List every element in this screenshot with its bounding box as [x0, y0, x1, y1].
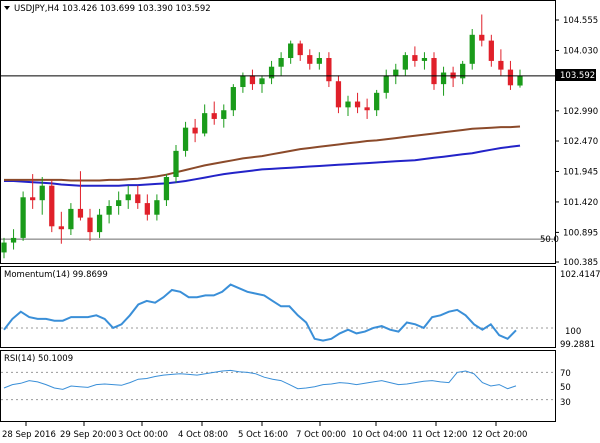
momentum-tick-top: 102.4147	[560, 270, 600, 280]
candle-body	[154, 200, 160, 215]
candle-body	[144, 203, 150, 215]
candle-body	[249, 75, 256, 85]
current-price-label: 103.592	[560, 71, 595, 81]
candle-body	[182, 127, 189, 151]
time-tick-label: 11 Oct 12:00	[412, 430, 467, 440]
candle-body	[240, 75, 246, 88]
candle-body	[402, 55, 408, 70]
time-tick-label: 12 Oct 20:00	[472, 430, 527, 440]
candle-body	[507, 69, 514, 86]
price-tick-label: 104.030	[563, 46, 598, 56]
price-tick-label: 102.990	[563, 107, 598, 117]
time-tick-label: 5 Oct 16:00	[238, 430, 288, 440]
candle-body	[297, 43, 303, 56]
candle-body	[230, 87, 236, 111]
candle-body	[469, 34, 475, 64]
rsi-tick-70: 70	[560, 369, 571, 379]
candle-body	[345, 101, 351, 108]
time-tick-label: 28 Sep 2016	[2, 430, 56, 440]
current-price-tag: 103.592	[556, 69, 596, 81]
candle-body	[335, 81, 342, 108]
candle-body	[106, 205, 112, 215]
price-tick-label: 101.420	[563, 198, 598, 208]
candle-body	[211, 113, 217, 119]
momentum-tick-low: 99.2881	[560, 340, 595, 350]
candle-body	[288, 43, 294, 59]
candle-body	[268, 66, 275, 79]
candle-body	[364, 107, 370, 111]
candle-body	[77, 208, 84, 218]
candle-body	[39, 185, 45, 201]
rsi-tick-30: 30	[560, 398, 571, 408]
candle-body	[30, 197, 36, 201]
momentum-title: Momentum(14) 99.8699	[4, 270, 108, 280]
time-tick-label: 29 Sep 20:00	[60, 430, 117, 440]
time-tick-label: 4 Oct 08:00	[178, 430, 228, 440]
time-tick-label: 10 Oct 04:00	[352, 430, 407, 440]
candle-body	[354, 101, 361, 108]
candle-body	[431, 58, 437, 85]
candle-body	[173, 150, 179, 177]
candle-body	[517, 75, 523, 86]
candle-body	[479, 34, 485, 41]
candle-body	[68, 208, 74, 230]
candle-body	[440, 72, 447, 85]
candle-body	[393, 69, 399, 76]
price-axis: 104.555 104.030 102.990 102.470 101.945 101.4…	[555, 16, 598, 268]
price-tick-label: 102.470	[563, 137, 598, 147]
candle-body	[412, 55, 418, 61]
level-label: 50.0	[540, 235, 559, 245]
candle-body	[125, 194, 131, 201]
symbol-header: USDJPY,H4 103.426 103.699 103.390 103.59…	[14, 4, 211, 14]
candle-body	[307, 55, 313, 64]
time-tick-label: 3 Oct 00:00	[118, 430, 168, 440]
candle-body	[326, 58, 332, 82]
price-tick-label: 104.555	[563, 16, 598, 26]
time-tick-label: 7 Oct 00:00	[296, 430, 346, 440]
candle-body	[20, 197, 26, 238]
candle-body	[163, 176, 170, 201]
candle-body	[221, 110, 227, 119]
candle-body	[135, 194, 141, 204]
candle-body	[278, 58, 284, 67]
rsi-title: RSI(14) 50.1009	[4, 354, 73, 364]
candle-body	[58, 226, 64, 230]
candle-body	[116, 200, 122, 206]
candle-body	[96, 214, 103, 233]
candle-body	[421, 58, 428, 61]
candle-body	[383, 75, 389, 93]
candle-body	[316, 58, 322, 64]
price-tick-label: 100.385	[563, 258, 598, 268]
candle-body	[49, 185, 55, 227]
time-axis: 28 Sep 2016 29 Sep 20:00 3 Oct 00:00 4 Oct …	[2, 422, 527, 440]
price-tick-label: 100.895	[563, 228, 598, 238]
candle-body	[259, 78, 265, 85]
chart-window[interactable]: USDJPY,H4 103.426 103.699 103.390 103.59…	[0, 0, 600, 443]
price-tick-label: 101.945	[563, 167, 598, 177]
candle-body	[87, 217, 93, 233]
candle-body	[192, 127, 198, 134]
rsi-panel-frame	[0, 350, 556, 422]
rsi-tick-50: 50	[560, 383, 571, 393]
candle-body	[374, 92, 380, 111]
candle-body	[10, 237, 17, 243]
candle-body	[498, 60, 504, 70]
momentum-tick-100: 100	[565, 327, 581, 337]
candle-body	[1, 242, 7, 253]
candle-body	[202, 113, 208, 134]
candle-body	[488, 40, 494, 61]
